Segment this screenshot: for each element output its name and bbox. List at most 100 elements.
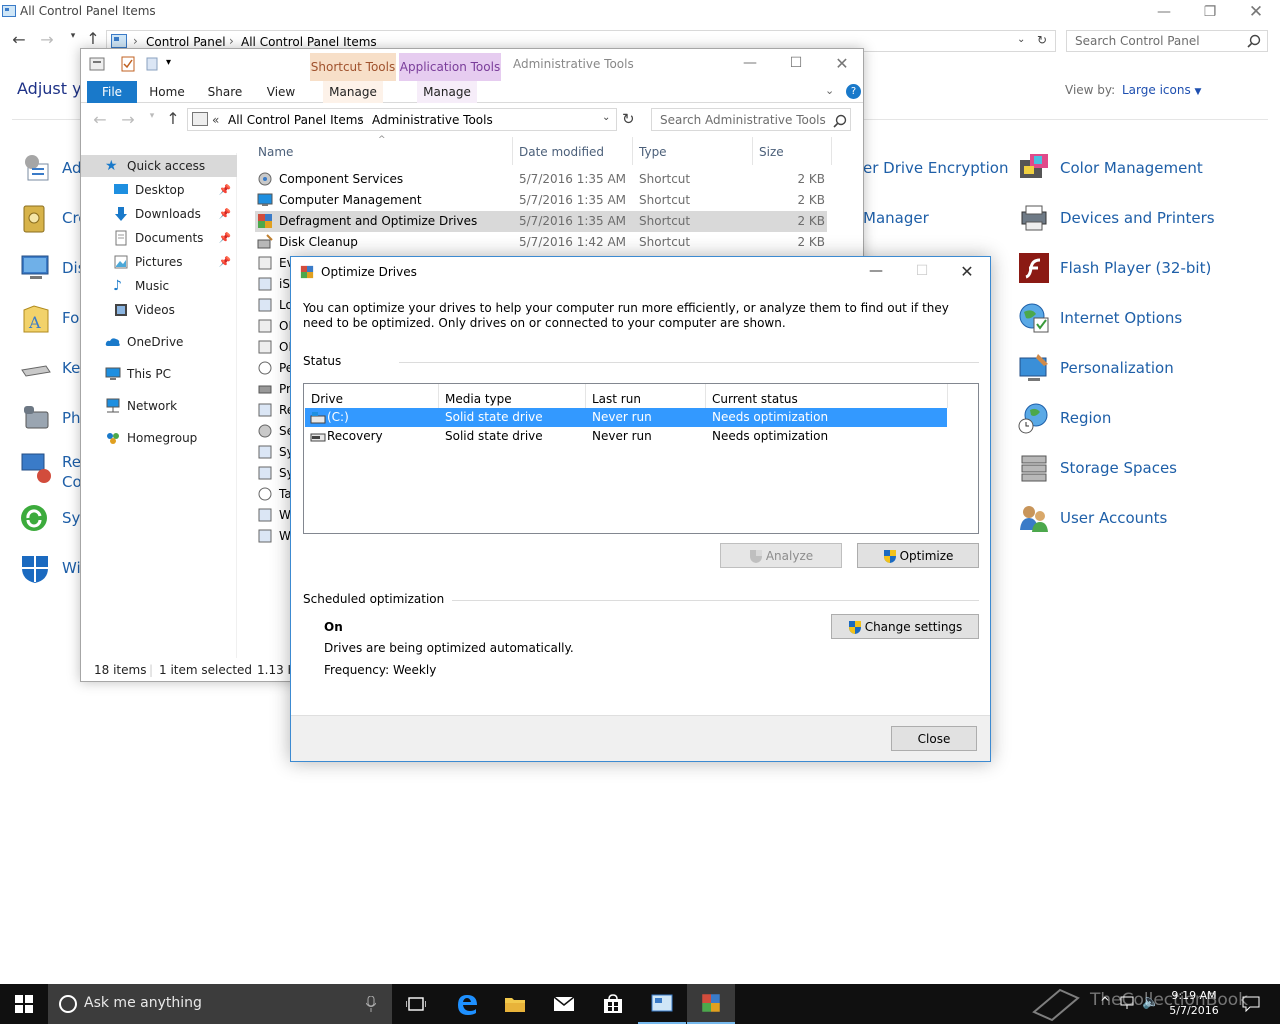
cp-item-color-management[interactable]: Color Management bbox=[1018, 152, 1203, 184]
column-header-name[interactable]: Name bbox=[258, 145, 293, 159]
column-separator[interactable] bbox=[947, 384, 948, 408]
column-separator[interactable] bbox=[585, 384, 586, 408]
tab-home[interactable]: Home bbox=[147, 81, 187, 103]
minimize-button[interactable]: — bbox=[727, 51, 773, 75]
change-settings-button[interactable]: Change settings bbox=[831, 614, 979, 639]
minimize-button[interactable]: — bbox=[1141, 0, 1187, 24]
help-icon[interactable]: ? bbox=[846, 84, 861, 99]
column-header-current-status[interactable]: Current status bbox=[712, 392, 798, 406]
nav-pictures[interactable]: Pictures 📌 bbox=[81, 251, 237, 273]
nav-desktop[interactable]: Desktop 📌 bbox=[81, 179, 237, 201]
optimize-drives-taskbar-button[interactable] bbox=[687, 984, 735, 1024]
column-header-last-run[interactable]: Last run bbox=[592, 392, 641, 406]
expand-ribbon-icon[interactable]: ⌄ bbox=[825, 84, 834, 97]
maximize-button[interactable]: ☐ bbox=[773, 51, 819, 75]
cp-item-credential-manager[interactable]: Cre bbox=[20, 202, 88, 234]
pin-icon[interactable]: 📌 bbox=[219, 233, 231, 244]
column-separator[interactable] bbox=[512, 137, 513, 165]
nav-quick-access[interactable]: ★ Quick access bbox=[81, 155, 237, 177]
tab-shortcut-tools[interactable]: Shortcut Tools bbox=[310, 53, 396, 81]
tab-file[interactable]: File bbox=[87, 81, 137, 103]
minimize-button[interactable]: — bbox=[853, 259, 899, 283]
store-button[interactable] bbox=[589, 984, 637, 1024]
refresh-icon[interactable]: ↻ bbox=[622, 110, 635, 128]
breadcrumb-overflow[interactable]: « bbox=[212, 113, 219, 127]
cp-item-device-manager-label[interactable]: Manager bbox=[863, 209, 929, 227]
column-header-drive[interactable]: Drive bbox=[311, 392, 343, 406]
edge-button[interactable] bbox=[443, 984, 491, 1024]
cp-item-user-accounts[interactable]: User Accounts bbox=[1018, 502, 1167, 534]
cp-item-region[interactable]: Region bbox=[1018, 402, 1111, 434]
show-hidden-icons-icon[interactable]: ^ bbox=[1100, 995, 1110, 1009]
breadcrumb-all-items[interactable]: All Control Panel Items bbox=[241, 35, 377, 49]
drive-row-c[interactable]: (C:) Solid state drive Never run Needs o… bbox=[305, 408, 947, 427]
search-input[interactable]: Search Administrative Tools bbox=[651, 108, 851, 131]
drive-row-recovery[interactable]: Recovery Solid state drive Never run Nee… bbox=[305, 427, 947, 446]
close-button[interactable]: ✕ bbox=[944, 259, 990, 283]
file-explorer-button[interactable] bbox=[491, 984, 539, 1024]
back-icon[interactable]: ← bbox=[89, 110, 111, 129]
mail-button[interactable] bbox=[540, 984, 588, 1024]
cp-item-keyboard[interactable]: Ke bbox=[20, 352, 80, 384]
up-icon[interactable]: ↑ bbox=[162, 109, 184, 128]
maximize-button[interactable]: ☐ bbox=[899, 259, 945, 283]
new-folder-icon[interactable] bbox=[146, 57, 158, 71]
refresh-icon[interactable]: ↻ bbox=[1037, 33, 1047, 47]
breadcrumb-administrative-tools[interactable]: Administrative Tools bbox=[372, 113, 493, 127]
optimize-button[interactable]: Optimize bbox=[857, 543, 979, 568]
cp-item-fonts[interactable]: A Fo bbox=[20, 302, 79, 334]
address-dropdown-icon[interactable]: ⌄ bbox=[602, 112, 610, 123]
quick-access-toolbar-dropdown-icon[interactable]: ▾ bbox=[166, 57, 171, 68]
column-header-media-type[interactable]: Media type bbox=[445, 392, 512, 406]
cp-item-devices-and-printers[interactable]: Devices and Printers bbox=[1018, 202, 1215, 234]
cortana-search-box[interactable]: Ask me anything bbox=[48, 984, 392, 1024]
cp-item-administrative-tools[interactable]: Ad bbox=[20, 152, 82, 184]
cp-item-sync-center[interactable]: Sy bbox=[20, 502, 80, 534]
column-separator[interactable] bbox=[831, 137, 832, 165]
cp-item-phone-and-modem[interactable]: Ph bbox=[20, 402, 81, 434]
column-header-date[interactable]: Date modified bbox=[519, 145, 604, 159]
address-box[interactable]: « All Control Panel Items › Administrati… bbox=[187, 108, 617, 131]
cp-item-display[interactable]: Dis bbox=[20, 252, 86, 284]
cp-item-personalization[interactable]: Personalization bbox=[1018, 352, 1174, 384]
column-separator[interactable] bbox=[705, 384, 706, 408]
pin-icon[interactable]: 📌 bbox=[219, 185, 231, 196]
search-input[interactable]: Search Control Panel bbox=[1066, 30, 1268, 52]
recent-chevron-icon[interactable]: ▾ bbox=[62, 31, 84, 41]
file-row-component-services[interactable]: Component Services 5/7/2016 1:35 AM Shor… bbox=[255, 169, 827, 190]
up-icon[interactable]: ↑ bbox=[82, 29, 104, 48]
nav-downloads[interactable]: Downloads 📌 bbox=[81, 203, 237, 225]
breadcrumb-all-items[interactable]: All Control Panel Items bbox=[228, 113, 364, 127]
recent-chevron-icon[interactable]: ▾ bbox=[141, 111, 163, 121]
action-center-icon[interactable] bbox=[1242, 996, 1260, 1012]
file-row-disk-cleanup[interactable]: Disk Cleanup 5/7/2016 1:42 AM Shortcut 2… bbox=[255, 232, 827, 253]
view-by-dropdown[interactable]: Large icons ▼ bbox=[1122, 83, 1201, 97]
cp-item-storage-spaces[interactable]: Storage Spaces bbox=[1018, 452, 1177, 484]
restore-button[interactable]: ❐ bbox=[1187, 0, 1233, 24]
tab-share[interactable]: Share bbox=[205, 81, 245, 103]
tab-view[interactable]: View bbox=[261, 81, 301, 103]
nav-videos[interactable]: Videos bbox=[81, 299, 237, 321]
close-button[interactable]: ✕ bbox=[819, 51, 863, 75]
properties-icon[interactable] bbox=[89, 57, 105, 71]
tab-application-tools[interactable]: Application Tools bbox=[399, 53, 501, 81]
file-row-defragment[interactable]: Defragment and Optimize Drives 5/7/2016 … bbox=[255, 211, 827, 232]
tab-manage-shortcut[interactable]: Manage bbox=[323, 81, 383, 103]
cp-item-flash-player[interactable]: Flash Player (32-bit) bbox=[1018, 252, 1211, 284]
nav-onedrive[interactable]: OneDrive bbox=[81, 331, 237, 353]
cp-item-remote-connections[interactable]: Re Co bbox=[20, 452, 82, 491]
forward-icon[interactable]: → bbox=[36, 30, 58, 49]
close-dialog-button[interactable]: Close bbox=[891, 726, 977, 751]
cp-item-windows-defender[interactable]: Wi bbox=[20, 552, 81, 584]
column-header-type[interactable]: Type bbox=[639, 145, 667, 159]
clock[interactable]: 9:19 AM 5/7/2016 bbox=[1162, 988, 1226, 1018]
column-header-size[interactable]: Size bbox=[759, 145, 784, 159]
checklist-icon[interactable] bbox=[121, 56, 135, 72]
analyze-button[interactable]: Analyze bbox=[720, 543, 842, 568]
forward-icon[interactable]: → bbox=[117, 110, 139, 129]
cp-item-internet-options[interactable]: Internet Options bbox=[1018, 302, 1182, 334]
column-separator[interactable] bbox=[752, 137, 753, 165]
pin-icon[interactable]: 📌 bbox=[219, 257, 231, 268]
task-view-button[interactable] bbox=[392, 984, 440, 1024]
pin-icon[interactable]: 📌 bbox=[219, 209, 231, 220]
